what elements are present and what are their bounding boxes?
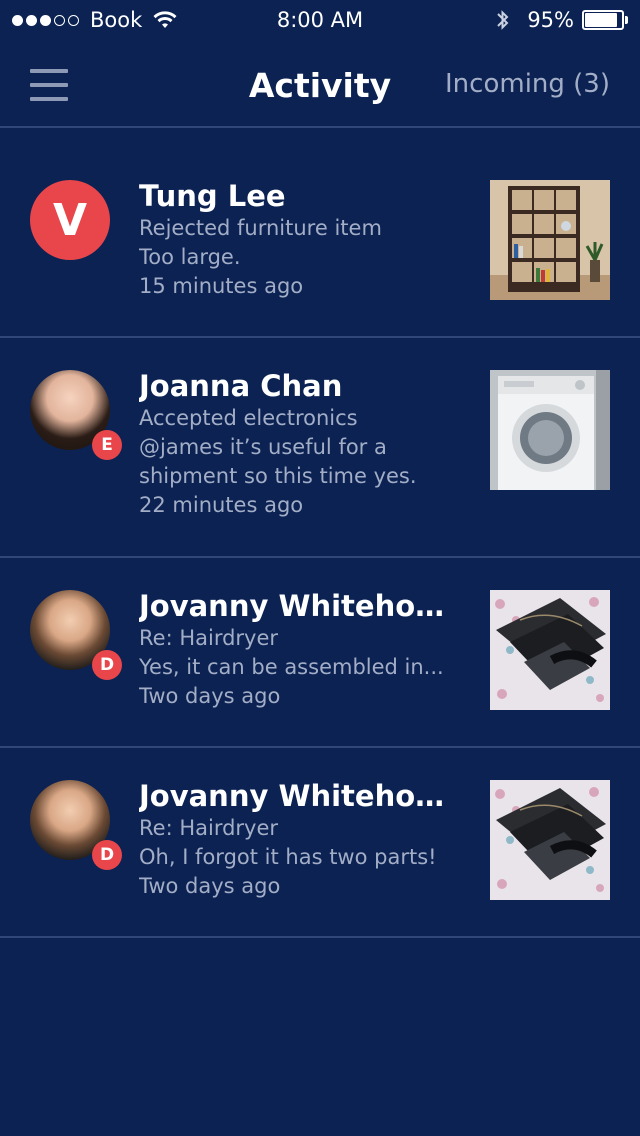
activity-timestamp: 15 minutes ago <box>139 274 304 298</box>
activity-item[interactable]: E Joanna Chan Accepted electronics @jame… <box>0 338 640 558</box>
washing-machine-thumbnail[interactable] <box>490 370 610 490</box>
activity-message: Too large. <box>139 245 241 269</box>
avatar[interactable]: D <box>30 590 122 680</box>
activity-subject: Re: Hairdryer <box>139 626 279 650</box>
activity-item[interactable]: D Jovanny Whitehouse Re: Hairdryer Oh, I… <box>0 748 640 938</box>
activity-message: @james it’s useful for a <box>139 435 387 459</box>
sender-name: Joanna Chan <box>139 369 343 403</box>
incoming-button[interactable]: Incoming (3) <box>445 69 610 99</box>
status-bar: Book 8:00 AM 95% <box>0 0 640 40</box>
activity-action: Rejected furniture item <box>139 216 382 240</box>
sender-name: Jovanny Whitehouse <box>139 779 460 813</box>
avatar[interactable]: D <box>30 780 122 870</box>
activity-item[interactable]: V Tung Lee Rejected furniture item Too l… <box>0 128 640 338</box>
category-badge: E <box>92 430 122 460</box>
activity-timestamp: Two days ago <box>139 684 281 708</box>
battery-percentage: 95% <box>527 8 574 32</box>
activity-feed: V Tung Lee Rejected furniture item Too l… <box>0 128 640 938</box>
battery-icon <box>582 10 628 30</box>
category-badge: D <box>92 840 122 870</box>
activity-message: Oh, I forgot it has two parts! <box>139 845 437 869</box>
activity-item[interactable]: D Jovanny Whitehouse Re: Hairdryer Yes, … <box>0 558 640 748</box>
activity-subject: Re: Hairdryer <box>139 816 279 840</box>
activity-timestamp: 22 minutes ago <box>139 493 304 517</box>
activity-action: Accepted electronics <box>139 406 358 430</box>
hairdryer-thumbnail[interactable] <box>490 590 610 710</box>
avatar[interactable]: V <box>30 180 110 260</box>
avatar[interactable]: E <box>30 370 122 460</box>
activity-timestamp: Two days ago <box>139 874 281 898</box>
avatar-letter: V <box>52 194 88 246</box>
hairdryer-thumbnail[interactable] <box>490 780 610 900</box>
navigation-bar: Activity Incoming (3) <box>0 40 640 128</box>
bookshelf-thumbnail[interactable] <box>490 180 610 300</box>
sender-name: Tung Lee <box>139 179 286 213</box>
category-badge: D <box>92 650 122 680</box>
bluetooth-icon <box>497 10 509 30</box>
status-right: 95% <box>495 8 628 32</box>
sender-name: Jovanny Whitehouse <box>139 589 460 623</box>
activity-message: shipment so this time yes. <box>139 464 417 488</box>
activity-message: Yes, it can be assembled in... <box>139 655 444 679</box>
